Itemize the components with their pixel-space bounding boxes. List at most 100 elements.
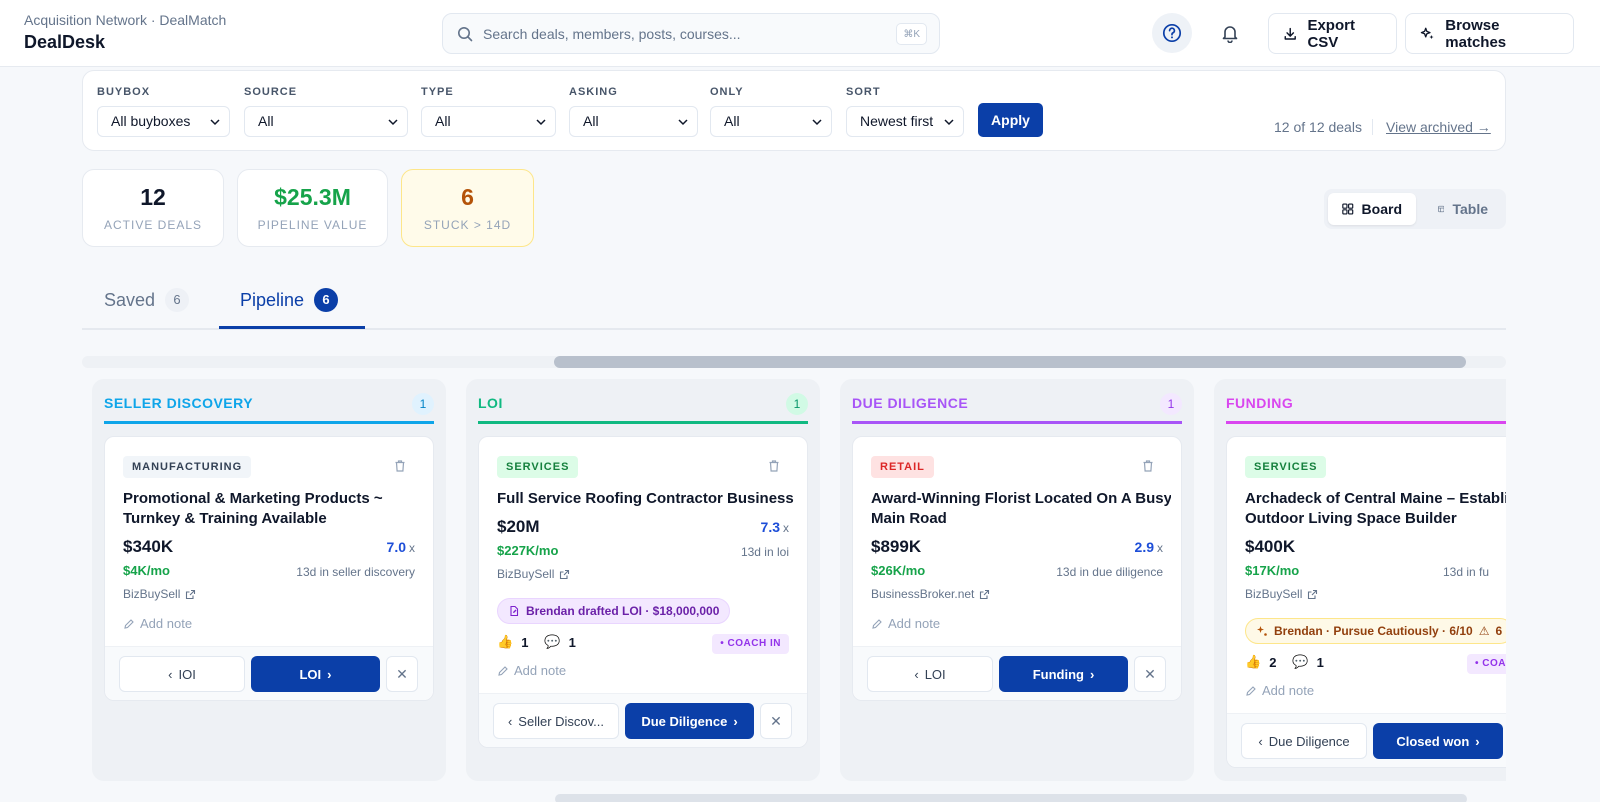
industry-tag: MANUFACTURING (123, 456, 252, 478)
sparkles-icon (1420, 27, 1434, 39)
move-back-label: Due Diligence (1268, 733, 1350, 749)
thumbs-up-icon[interactable]: 👍 (1245, 654, 1261, 670)
add-note-button[interactable]: Add note (497, 663, 566, 678)
deal-card[interactable]: RETAIL Award-Winning Florist Located On … (852, 436, 1182, 701)
thumbs-up-icon[interactable]: 👍 (497, 634, 513, 650)
coach-label: COAC (1482, 658, 1506, 669)
column-accent (852, 421, 1182, 424)
sort-select[interactable]: Newest first (846, 106, 964, 137)
deal-title[interactable]: Full Service Roofing Contractor Business (497, 489, 797, 509)
type-value: All (435, 113, 451, 129)
search-shortcut: ⌘K (896, 23, 927, 45)
move-forward-button[interactable]: Due Diligence › (625, 703, 754, 739)
board-view-button[interactable]: Board (1328, 193, 1416, 225)
add-note-button[interactable]: Add note (871, 616, 940, 631)
trash-icon[interactable] (393, 459, 407, 473)
column-title: DUE DILIGENCE (852, 395, 969, 411)
close-icon[interactable]: ✕ (1134, 656, 1166, 692)
days-in-stage: 13d in seller discovery (296, 565, 415, 579)
comment-icon[interactable]: 💬 (1292, 654, 1308, 670)
sort-label: SORT (846, 86, 881, 98)
external-link-icon (186, 589, 196, 599)
reactions: 👍 1 💬 1 (497, 634, 576, 650)
chevron-down-icon (812, 119, 822, 126)
apply-button[interactable]: Apply (978, 103, 1043, 137)
add-note-button[interactable]: Add note (1245, 683, 1314, 698)
industry-tag: RETAIL (871, 456, 934, 478)
deal-title[interactable]: Promotional & Marketing Products ~ Turnke… (123, 489, 423, 529)
close-icon[interactable]: ✕ (760, 703, 792, 739)
source-label: SOURCE (244, 86, 298, 98)
trash-icon[interactable] (1141, 459, 1155, 473)
move-forward-button[interactable]: LOI › (251, 656, 380, 692)
close-icon[interactable]: ✕ (386, 656, 418, 692)
title-line: Award-Winning Florist Located On A Busy (871, 490, 1171, 507)
deal-title[interactable]: Award-Winning Florist Located On A Busy M… (871, 489, 1171, 529)
only-select[interactable]: All (710, 106, 832, 137)
deal-card[interactable]: SERVICES Archadeck of Central Maine – Es… (1226, 436, 1506, 768)
trash-icon[interactable] (767, 459, 781, 473)
multiple: 7.0 x (387, 539, 415, 555)
export-csv-label: Export CSV (1307, 16, 1355, 51)
column-seller-discovery: SELLER DISCOVERY 1 MANUFACTURING Promoti… (92, 379, 446, 781)
search-icon (458, 27, 473, 42)
column-funding: FUNDING SERVICES Archadeck of Central Ma… (1214, 379, 1506, 781)
column-header: SELLER DISCOVERY 1 (104, 393, 434, 423)
board-scrollbar-bottom[interactable] (555, 794, 1467, 802)
table-view-button[interactable]: Table (1424, 193, 1502, 225)
browse-matches-button[interactable]: Browse matches (1405, 13, 1574, 54)
activity-pill[interactable]: Brendan drafted LOI · $18,000,000 (497, 598, 731, 624)
scrollbar-thumb[interactable] (554, 356, 1466, 368)
export-csv-button[interactable]: Export CSV (1268, 13, 1397, 54)
column-count: 1 (1160, 393, 1182, 415)
tab-saved[interactable]: Saved 6 (104, 288, 190, 312)
help-button[interactable] (1152, 13, 1192, 53)
move-back-button[interactable]: ‹ Seller Discov... (493, 703, 619, 739)
comment-icon[interactable]: 💬 (544, 634, 560, 650)
asking-value: All (583, 113, 599, 129)
grid-icon (1342, 203, 1354, 215)
move-back-button[interactable]: ‹ Due Diligence (1241, 723, 1367, 759)
asking-select[interactable]: All (569, 106, 698, 137)
activity-pill[interactable]: Brendan · Pursue Cautiously · 6/10 ⚠ 6 (1245, 618, 1506, 644)
title-line: Main Road (871, 510, 947, 527)
source-link[interactable]: BizBuySell (1245, 587, 1318, 601)
column-title: SELLER DISCOVERY (104, 395, 254, 411)
move-back-button[interactable]: ‹ IOI (119, 656, 245, 692)
source-label: BizBuySell (497, 567, 555, 581)
deal-card[interactable]: MANUFACTURING Promotional & Marketing Pr… (104, 436, 434, 701)
coach-badge: • COACH IN (712, 634, 789, 654)
type-select[interactable]: All (421, 106, 556, 137)
likes-count: 2 (1269, 654, 1277, 670)
coach-badge: • COAC (1467, 654, 1506, 674)
source-link[interactable]: BusinessBroker.net (871, 587, 990, 601)
add-note-button[interactable]: Add note (123, 616, 192, 631)
activity-text: Brendan · Pursue Cautiously · 6/10 (1274, 624, 1473, 638)
type-label: TYPE (421, 86, 454, 98)
column-header: FUNDING (1226, 393, 1506, 423)
pencil-icon (1246, 685, 1256, 696)
card-actions: ‹ IOI LOI › ✕ (105, 646, 433, 700)
external-link-icon (1308, 589, 1318, 599)
column-accent (1226, 421, 1506, 424)
search-input[interactable]: Search deals, members, posts, courses...… (442, 13, 940, 54)
asking-price: $400K (1245, 537, 1296, 556)
board-scrollbar[interactable] (82, 356, 1506, 368)
warning-icon: ⚠ (1478, 624, 1490, 638)
stat-value: $25.3M (274, 184, 351, 210)
move-back-button[interactable]: ‹ LOI (867, 656, 993, 692)
source-link[interactable]: BizBuySell (497, 567, 570, 581)
buybox-select[interactable]: All buyboxes (97, 106, 230, 137)
table-icon (1438, 205, 1445, 213)
stat-stuck[interactable]: 6 STUCK > 14D (401, 169, 534, 247)
view-archived-link[interactable]: View archived → (1386, 119, 1491, 135)
move-forward-button[interactable]: Closed won › (1373, 723, 1503, 759)
move-forward-button[interactable]: Funding › (999, 656, 1128, 692)
external-link-icon (560, 569, 570, 579)
source-select[interactable]: All (244, 106, 408, 137)
tab-pipeline[interactable]: Pipeline 6 (240, 288, 339, 312)
deal-title[interactable]: Archadeck of Central Maine – Establis Out… (1245, 489, 1506, 529)
deal-card[interactable]: SERVICES Full Service Roofing Contractor… (478, 436, 808, 748)
notifications-button[interactable] (1210, 13, 1250, 53)
source-link[interactable]: BizBuySell (123, 587, 196, 601)
